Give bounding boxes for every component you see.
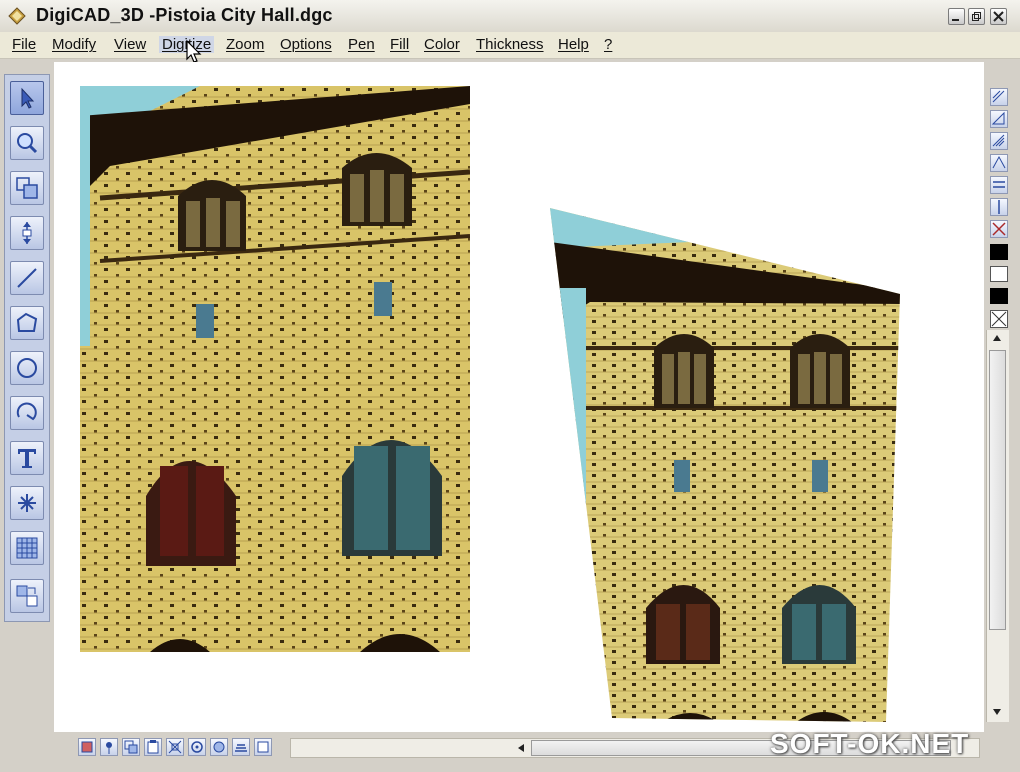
- stack-button[interactable]: [232, 738, 250, 756]
- circle-tool-button[interactable]: [10, 351, 44, 385]
- no-fill-button[interactable]: [990, 310, 1008, 328]
- zoom-magnifier-icon: [17, 133, 38, 154]
- pen-color-swatch[interactable]: [990, 244, 1008, 260]
- stack-icon: [235, 744, 247, 752]
- vertical-scroll-thumb[interactable]: [989, 350, 1006, 630]
- pin-icon: [106, 742, 112, 754]
- line-tool-button[interactable]: [10, 261, 44, 295]
- copy-icon: [124, 740, 138, 754]
- grid-tool-button[interactable]: [10, 531, 44, 565]
- layer-button[interactable]: [78, 738, 96, 756]
- resize-frame-icon: [16, 177, 38, 199]
- arc-icon: [16, 402, 37, 421]
- copy-button[interactable]: [122, 738, 140, 756]
- mirror-button[interactable]: [990, 110, 1008, 128]
- pin-button[interactable]: [100, 738, 118, 756]
- skew-button[interactable]: [990, 154, 1008, 172]
- snap-icon: [191, 741, 203, 753]
- left-toolbar: [4, 74, 50, 622]
- scroll-up-icon[interactable]: [992, 334, 1002, 342]
- distribute-icon: [993, 181, 1005, 188]
- restore-button[interactable]: [968, 8, 985, 25]
- perspective-corrected-photo[interactable]: [550, 208, 900, 722]
- menu-help[interactable]: Help: [558, 36, 589, 53]
- arc-tool-button[interactable]: [10, 396, 44, 430]
- app-logo-icon: [8, 7, 26, 25]
- menu-options[interactable]: Options: [280, 36, 332, 53]
- menu-pen[interactable]: Pen: [348, 36, 375, 53]
- align-button[interactable]: [990, 88, 1008, 106]
- menu-bar: File Modify View Digitize Zoom Options P…: [0, 32, 1020, 59]
- layer-icon: [81, 741, 93, 753]
- watermark-text: SOFT-OK.NET: [770, 728, 970, 759]
- rotate-icon: [992, 134, 1005, 147]
- restore-icon: [972, 12, 981, 21]
- circle-icon: [17, 358, 37, 378]
- cross-button[interactable]: [990, 220, 1008, 238]
- menu-fill[interactable]: Fill: [390, 36, 409, 53]
- cross-icon: [992, 222, 1006, 236]
- menu-zoom[interactable]: Zoom: [226, 36, 264, 53]
- resize-tool-button[interactable]: [10, 171, 44, 205]
- frame-button[interactable]: [254, 738, 272, 756]
- pointer-arrow-icon: [21, 87, 35, 109]
- minimize-icon: [952, 19, 959, 21]
- menu-color[interactable]: Color: [424, 36, 460, 53]
- window-title: DigiCAD_3D -Pistoia City Hall.dgc: [36, 5, 333, 25]
- vertical-scale-tool-button[interactable]: [10, 216, 44, 250]
- node-button[interactable]: [166, 738, 184, 756]
- polygon-tool-button[interactable]: [10, 306, 44, 340]
- vertical-align-icon: [998, 200, 1000, 214]
- menu-about[interactable]: ?: [604, 36, 612, 53]
- skew-icon: [992, 155, 1006, 169]
- text-tool-button[interactable]: [10, 441, 44, 475]
- target-icon: [213, 741, 225, 753]
- scroll-left-icon[interactable]: [517, 743, 525, 753]
- close-button[interactable]: [990, 8, 1007, 25]
- zoom-tool-button[interactable]: [10, 126, 44, 160]
- background-color-swatch[interactable]: [990, 288, 1008, 304]
- vertical-scale-icon: [22, 222, 32, 244]
- menu-modify[interactable]: Modify: [52, 36, 96, 53]
- menu-file[interactable]: File: [12, 36, 36, 53]
- menu-thickness[interactable]: Thickness: [476, 36, 544, 53]
- grid-icon: [16, 537, 38, 559]
- target-button[interactable]: [210, 738, 228, 756]
- point-tool-button[interactable]: [10, 486, 44, 520]
- align-icon: [992, 90, 1005, 103]
- point-star-icon: [18, 494, 36, 512]
- node-icon: [168, 740, 182, 754]
- close-icon: [993, 11, 1004, 22]
- original-photo[interactable]: [80, 86, 470, 652]
- select-tool-button[interactable]: [10, 81, 44, 115]
- image-transform-icon: [16, 585, 38, 607]
- image-transform-tool-button[interactable]: [10, 579, 44, 613]
- drawing-canvas[interactable]: [54, 62, 984, 732]
- menu-view[interactable]: View: [114, 36, 146, 53]
- title-bar: DigiCAD_3D -Pistoia City Hall.dgc: [0, 0, 1020, 33]
- snap-button[interactable]: [188, 738, 206, 756]
- no-fill-icon: [991, 311, 1007, 327]
- rotate-button[interactable]: [990, 132, 1008, 150]
- vertical-scrollbar[interactable]: [986, 330, 1009, 722]
- distribute-button[interactable]: [990, 176, 1008, 194]
- frame-icon: [257, 741, 269, 753]
- paste-icon: [147, 740, 159, 754]
- vertical-align-button[interactable]: [990, 198, 1008, 216]
- minimize-button[interactable]: [948, 8, 965, 25]
- mirror-icon: [991, 111, 1005, 125]
- polygon-icon: [16, 312, 38, 332]
- fill-color-swatch[interactable]: [990, 266, 1008, 282]
- mouse-cursor-icon: [186, 40, 202, 63]
- paste-button[interactable]: [144, 738, 162, 756]
- text-icon: [18, 449, 36, 468]
- scroll-down-icon[interactable]: [992, 708, 1002, 716]
- line-icon: [17, 268, 37, 288]
